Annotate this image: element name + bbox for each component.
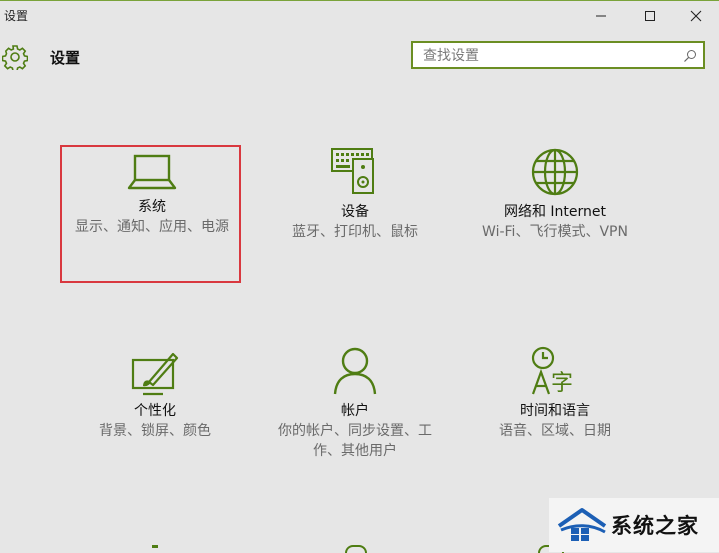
watermark: 系统之家 [549,498,719,552]
tile-title: 个性化 [134,403,176,419]
watermark-text: 系统之家 [611,514,699,538]
svg-text:字: 字 [551,371,573,396]
personalization-icon [131,352,179,396]
close-button[interactable] [673,0,719,32]
house-logo-icon [557,508,607,541]
tile-title: 帐户 [341,403,369,419]
person-icon [333,347,377,395]
tile-description: 蓝牙、打印机、鼠标 [292,224,418,240]
tile-description: Wi-Fi、飞行模式、VPN [482,224,628,240]
tile-title: 设备 [341,204,369,220]
tile-network[interactable]: 网络和 Internet Wi-Fi、飞行模式、VPN [465,147,645,242]
search-input[interactable] [423,46,673,66]
tile-description: 你的帐户、同步设置、工作、其他用户 [278,423,432,459]
cut-off-icon [152,545,158,548]
tile-description: 背景、锁屏、颜色 [99,423,211,439]
tile-title: 时间和语言 [520,403,590,419]
gear-icon [2,45,28,70]
tile-accounts[interactable]: 帐户 你的帐户、同步设置、工作、其他用户 [265,346,445,461]
tile-title: 网络和 Internet [503,204,607,220]
page-title: 设置 [50,49,81,67]
close-icon [690,10,702,22]
tile-devices[interactable]: 设备 蓝牙、打印机、鼠标 [265,145,445,242]
window-title: 设置 [4,9,29,23]
devices-icon [331,148,374,194]
time-language-icon: 字 [531,346,573,396]
search-box[interactable] [411,41,705,69]
minimize-icon [596,15,606,17]
globe-icon [531,148,579,196]
tile-personalization[interactable]: 个性化 背景、锁屏、颜色 [65,348,245,441]
tile-time-language[interactable]: 字 时间和语言 语音、区域、日期 [465,346,645,441]
search-icon[interactable] [683,49,697,63]
selection-highlight [60,145,241,283]
tile-description: 语音、区域、日期 [499,423,611,439]
maximize-button[interactable] [627,0,673,32]
minimize-button[interactable] [578,0,624,32]
maximize-icon [645,11,655,21]
